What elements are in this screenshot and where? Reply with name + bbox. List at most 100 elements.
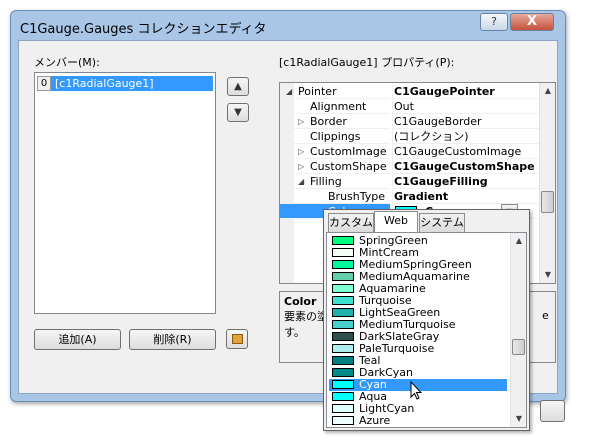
- color-name: Azure: [359, 414, 391, 427]
- members-label: メンバー(M):: [34, 56, 100, 69]
- members-listbox[interactable]: 0 [c1RadialGauge1]: [34, 72, 216, 314]
- add-button[interactable]: 追加(A): [34, 329, 121, 350]
- expand-icon[interactable]: ▷: [298, 114, 304, 129]
- property-name-cell: ◢ Pointer: [280, 84, 390, 99]
- property-pages-icon: [232, 334, 243, 344]
- property-name-cell: Clippings: [280, 129, 390, 144]
- color-swatch: [332, 392, 354, 401]
- property-value: C1GaugePointer: [394, 85, 495, 98]
- list-scroll-thumb[interactable]: [512, 339, 525, 355]
- property-name-cell: Alignment: [280, 99, 390, 114]
- scroll-up-icon[interactable]: ▲: [540, 83, 555, 99]
- window-title: C1Gauge.Gauges コレクションエディタ: [20, 22, 267, 37]
- color-list-item[interactable]: Aquamarine: [329, 283, 507, 295]
- property-value: C1GaugeFilling: [394, 175, 488, 188]
- tab-web[interactable]: Web: [374, 211, 418, 232]
- properties-label: [c1RadialGauge1] プロパティ(P):: [279, 56, 455, 69]
- property-name-cell: ▷ CustomImage: [280, 144, 390, 159]
- move-up-button[interactable]: ▲: [227, 77, 249, 96]
- color-list-item[interactable]: Azure: [329, 415, 507, 427]
- color-list-item[interactable]: PaleTurquoise: [329, 343, 507, 355]
- list-scroll-up-icon[interactable]: ▲: [511, 233, 527, 249]
- scroll-thumb[interactable]: [541, 191, 554, 213]
- property-name: CustomImage: [310, 145, 387, 158]
- property-value-cell[interactable]: C1GaugeCustomImage: [392, 144, 542, 159]
- color-swatch: [332, 404, 354, 413]
- scroll-down-icon[interactable]: ▼: [540, 267, 555, 283]
- color-swatch: [332, 416, 354, 425]
- help-button[interactable]: ?: [480, 13, 508, 31]
- move-down-button[interactable]: ▼: [227, 103, 249, 122]
- property-row[interactable]: ◢ Filling C1GaugeFilling: [280, 174, 542, 189]
- color-swatch: [332, 356, 354, 365]
- color-list-item[interactable]: DarkCyan: [329, 367, 507, 379]
- property-grid-scrollbar[interactable]: ▲ ▼: [539, 83, 555, 283]
- expand-icon[interactable]: ▷: [298, 144, 304, 159]
- property-name: Pointer: [298, 85, 337, 98]
- color-swatch: [332, 248, 354, 257]
- color-swatch: [332, 368, 354, 377]
- color-swatch: [332, 380, 354, 389]
- property-pages-button[interactable]: [226, 329, 248, 349]
- member-item[interactable]: 0 [c1RadialGauge1]: [37, 76, 213, 91]
- property-row[interactable]: ▷ CustomShape C1GaugeCustomShape: [280, 159, 542, 174]
- property-name: Alignment: [310, 100, 367, 113]
- property-row[interactable]: Alignment Out: [280, 99, 542, 114]
- property-value: C1GaugeCustomImage: [394, 145, 522, 158]
- property-name-cell: BrushType: [280, 189, 390, 204]
- collapse-icon[interactable]: ◢: [298, 174, 304, 189]
- property-value: C1GaugeBorder: [394, 115, 482, 128]
- property-name-cell: ◢ Filling: [280, 174, 390, 189]
- member-index: 0: [37, 76, 51, 91]
- color-list-scrollbar[interactable]: ▲ ▼: [510, 233, 526, 427]
- property-value-cell[interactable]: Gradient: [392, 189, 542, 204]
- ok-button-partial[interactable]: [540, 400, 565, 422]
- property-name: Border: [310, 115, 347, 128]
- property-value-cell[interactable]: C1GaugeCustomShape: [392, 159, 542, 174]
- color-swatch: [332, 284, 354, 293]
- property-name: Filling: [310, 175, 342, 188]
- color-swatch: [332, 332, 354, 341]
- property-row[interactable]: ◢ Pointer C1GaugePointer: [280, 84, 542, 99]
- color-picker-popup: カスタム Web システム SpringGreen MintCream Medium…: [323, 209, 530, 431]
- property-value: (コレクション): [394, 130, 469, 143]
- property-row[interactable]: Clippings (コレクション): [280, 129, 542, 144]
- color-swatch: [332, 236, 354, 245]
- color-swatch: [332, 272, 354, 281]
- color-list-item[interactable]: Teal: [329, 355, 507, 367]
- collapse-icon[interactable]: ◢: [286, 84, 292, 99]
- property-value-cell[interactable]: Out: [392, 99, 542, 114]
- color-swatch: [332, 320, 354, 329]
- list-scroll-down-icon[interactable]: ▼: [511, 411, 527, 427]
- tab-system[interactable]: システム: [419, 213, 465, 232]
- color-swatch: [332, 296, 354, 305]
- property-value-cell[interactable]: (コレクション): [392, 129, 542, 144]
- mouse-pointer-icon: [410, 381, 422, 400]
- color-swatch: [332, 260, 354, 269]
- member-name: [c1RadialGauge1]: [55, 77, 154, 90]
- property-value: Gradient: [394, 190, 449, 203]
- tab-custom[interactable]: カスタム: [328, 213, 374, 232]
- description-edge-text: e: [542, 309, 549, 322]
- property-row[interactable]: BrushType Gradient: [280, 189, 542, 204]
- property-row[interactable]: ▷ CustomImage C1GaugeCustomImage: [280, 144, 542, 159]
- color-swatch: [332, 344, 354, 353]
- property-row[interactable]: ▷ Border C1GaugeBorder: [280, 114, 542, 129]
- remove-button[interactable]: 削除(R): [129, 329, 216, 350]
- web-color-list[interactable]: SpringGreen MintCream MediumSpringGreen Med…: [326, 232, 527, 428]
- property-value: Out: [394, 100, 414, 113]
- property-name: Clippings: [310, 130, 361, 143]
- close-button[interactable]: X: [510, 13, 554, 31]
- title-bar[interactable]: C1Gauge.Gauges コレクションエディタ ? X: [11, 11, 565, 41]
- property-name-cell: ▷ CustomShape: [280, 159, 390, 174]
- expand-icon[interactable]: ▷: [298, 159, 304, 174]
- color-swatch: [332, 308, 354, 317]
- property-name-cell: ▷ Border: [280, 114, 390, 129]
- property-value-cell[interactable]: C1GaugeBorder: [392, 114, 542, 129]
- property-name: BrushType: [328, 190, 386, 203]
- property-name: CustomShape: [310, 160, 387, 173]
- property-value: C1GaugeCustomShape: [394, 160, 535, 173]
- property-value-cell[interactable]: C1GaugeFilling: [392, 174, 542, 189]
- property-value-cell[interactable]: C1GaugePointer: [392, 84, 542, 99]
- color-list-item[interactable]: LightCyan: [329, 403, 507, 415]
